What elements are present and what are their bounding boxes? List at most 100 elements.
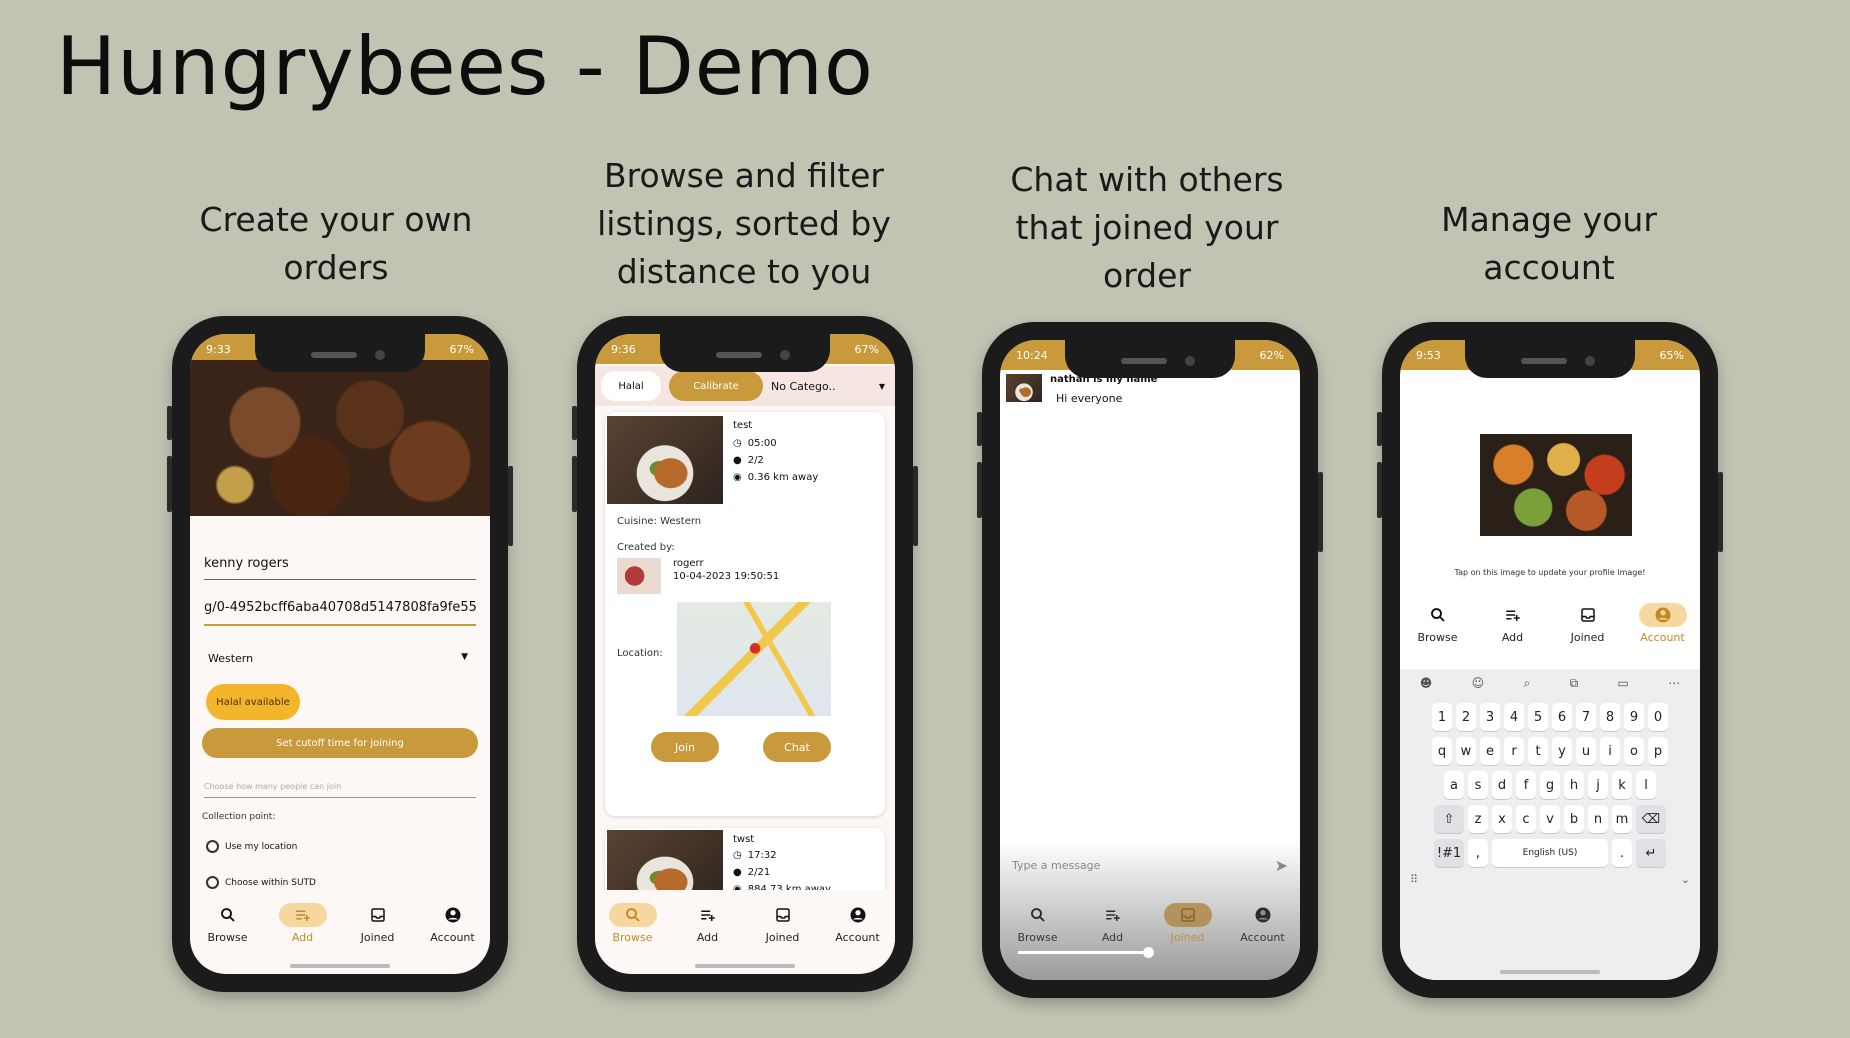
- keyboard-key[interactable]: v: [1540, 805, 1560, 833]
- bottom-nav: Browse Add Joined Account: [595, 890, 895, 956]
- phone-account: 9:53 65% Tap on this image to update you…: [1377, 322, 1723, 998]
- nav-browse[interactable]: Browse: [1403, 603, 1473, 644]
- symbols-key[interactable]: !#1: [1434, 839, 1464, 867]
- emoji-icon[interactable]: ☺: [1472, 676, 1485, 690]
- listing-name: twst: [733, 834, 755, 845]
- keyboard-key[interactable]: r: [1504, 737, 1524, 765]
- listing-card[interactable]: test ◷ 05:00 ● 2/2 ◉ 0.36 km away Cuisine: …: [605, 412, 885, 816]
- message-input[interactable]: Type a message ➤: [1012, 854, 1288, 876]
- clipboard-icon[interactable]: ▭: [1618, 676, 1629, 690]
- nav-joined[interactable]: Joined: [1153, 902, 1223, 944]
- nav-account[interactable]: Account: [1628, 602, 1698, 644]
- filter-category[interactable]: No Catego.. ▼: [771, 380, 889, 393]
- keyboard-key[interactable]: o: [1624, 737, 1644, 765]
- radio-within-sutd[interactable]: Choose within SUTD: [206, 876, 316, 889]
- keyboard-key[interactable]: 7: [1576, 703, 1596, 731]
- nav-browse[interactable]: Browse: [193, 903, 263, 944]
- creator-avatar: [617, 558, 661, 594]
- nav-account[interactable]: Account: [418, 903, 488, 944]
- keyboard-key[interactable]: d: [1492, 771, 1512, 799]
- inbox-icon: [370, 907, 385, 922]
- video-scrubber[interactable]: [1018, 947, 1154, 958]
- keyboard-key[interactable]: u: [1576, 737, 1596, 765]
- nav-add[interactable]: Add: [1478, 603, 1548, 644]
- space-key[interactable]: English (US): [1492, 839, 1608, 867]
- keyboard-key[interactable]: 0: [1648, 703, 1668, 731]
- nav-add[interactable]: Add: [268, 902, 338, 944]
- keyboard-key[interactable]: y: [1552, 737, 1572, 765]
- nav-account[interactable]: Account: [1228, 903, 1298, 944]
- location-map[interactable]: ●: [677, 602, 831, 716]
- nav-account[interactable]: Account: [823, 903, 893, 944]
- keyboard-key[interactable]: s: [1468, 771, 1488, 799]
- name-field[interactable]: kenny rogers: [204, 556, 476, 580]
- caption-chat: Chat with others that joined your order: [1010, 160, 1284, 295]
- order-image[interactable]: [190, 360, 490, 516]
- nav-add[interactable]: Add: [1078, 903, 1148, 944]
- listing-time: ◷ 05:00: [733, 438, 777, 449]
- people-input[interactable]: Choose how many people can join: [204, 782, 476, 798]
- more-icon[interactable]: ⋯: [1668, 676, 1680, 690]
- keyboard-key[interactable]: 5: [1528, 703, 1548, 731]
- keyboard-key[interactable]: h: [1564, 771, 1584, 799]
- profile-image[interactable]: [1480, 434, 1632, 536]
- translate-icon[interactable]: ⧉: [1570, 676, 1579, 691]
- keyboard-key[interactable]: k: [1612, 771, 1632, 799]
- keyboard-key[interactable]: l: [1636, 771, 1656, 799]
- emoji-sticker-icon[interactable]: ☻: [1420, 676, 1433, 690]
- keyboard-key[interactable]: p: [1648, 737, 1668, 765]
- keyboard-key[interactable]: q: [1432, 737, 1452, 765]
- keyboard-key[interactable]: 8: [1600, 703, 1620, 731]
- radio-icon: [206, 876, 219, 889]
- search-icon: [625, 907, 640, 922]
- cuisine-select[interactable]: Western ▼: [208, 652, 468, 672]
- keyboard-key[interactable]: n: [1588, 805, 1608, 833]
- shift-key-icon[interactable]: ⇧: [1434, 805, 1464, 833]
- comma-key[interactable]: ,: [1468, 839, 1488, 867]
- search-icon: [1030, 907, 1045, 922]
- keyboard-key[interactable]: w: [1456, 737, 1476, 765]
- scrubber-handle[interactable]: [1143, 947, 1154, 958]
- nav-browse[interactable]: Browse: [598, 902, 668, 944]
- send-icon[interactable]: ➤: [1275, 856, 1288, 875]
- keyboard-key[interactable]: g: [1540, 771, 1560, 799]
- keyboard-grid-icon[interactable]: ⠿: [1410, 873, 1418, 886]
- nav-joined[interactable]: Joined: [748, 903, 818, 944]
- keyboard-toolbar: ☻ ☺ ⌕ ⧉ ▭ ⋯: [1400, 669, 1700, 697]
- period-key[interactable]: .: [1612, 839, 1632, 867]
- keyboard-key[interactable]: m: [1612, 805, 1632, 833]
- keyboard-bottom-row: !#1 , English (US) . ↵: [1400, 839, 1700, 867]
- search-icon[interactable]: ⌕: [1523, 676, 1530, 691]
- keyboard-key[interactable]: a: [1444, 771, 1464, 799]
- keyboard-key[interactable]: z: [1468, 805, 1488, 833]
- nav-joined[interactable]: Joined: [343, 903, 413, 944]
- keyboard-key[interactable]: e: [1480, 737, 1500, 765]
- radio-use-location[interactable]: Use my location: [206, 840, 297, 853]
- halal-button[interactable]: Halal available: [206, 684, 300, 720]
- keyboard-key[interactable]: f: [1516, 771, 1536, 799]
- chat-button[interactable]: Chat: [763, 732, 831, 762]
- filter-halal[interactable]: Halal: [601, 371, 661, 401]
- keyboard-key[interactable]: 4: [1504, 703, 1524, 731]
- keyboard-key[interactable]: b: [1564, 805, 1584, 833]
- enter-key-icon[interactable]: ↵: [1636, 839, 1666, 867]
- nav-browse[interactable]: Browse: [1003, 903, 1073, 944]
- keyboard-key[interactable]: x: [1492, 805, 1512, 833]
- nav-add[interactable]: Add: [673, 903, 743, 944]
- keyboard-key[interactable]: 1: [1432, 703, 1452, 731]
- keyboard-key[interactable]: 3: [1480, 703, 1500, 731]
- link-field[interactable]: g/0-4952bcff6aba40708d5147808fa9fe55: [204, 600, 476, 626]
- keyboard-key[interactable]: i: [1600, 737, 1620, 765]
- cutoff-button[interactable]: Set cutoff time for joining: [202, 728, 478, 758]
- keyboard-key[interactable]: t: [1528, 737, 1548, 765]
- keyboard-key[interactable]: 9: [1624, 703, 1644, 731]
- keyboard-key[interactable]: c: [1516, 805, 1536, 833]
- keyboard-key[interactable]: 2: [1456, 703, 1476, 731]
- backspace-key-icon[interactable]: ⌫: [1636, 805, 1666, 833]
- chevron-down-icon[interactable]: ⌄: [1681, 873, 1690, 886]
- keyboard-key[interactable]: j: [1588, 771, 1608, 799]
- keyboard-key[interactable]: 6: [1552, 703, 1572, 731]
- nav-joined[interactable]: Joined: [1553, 603, 1623, 644]
- join-button[interactable]: Join: [651, 732, 719, 762]
- filter-calibrate[interactable]: Calibrate: [669, 371, 763, 401]
